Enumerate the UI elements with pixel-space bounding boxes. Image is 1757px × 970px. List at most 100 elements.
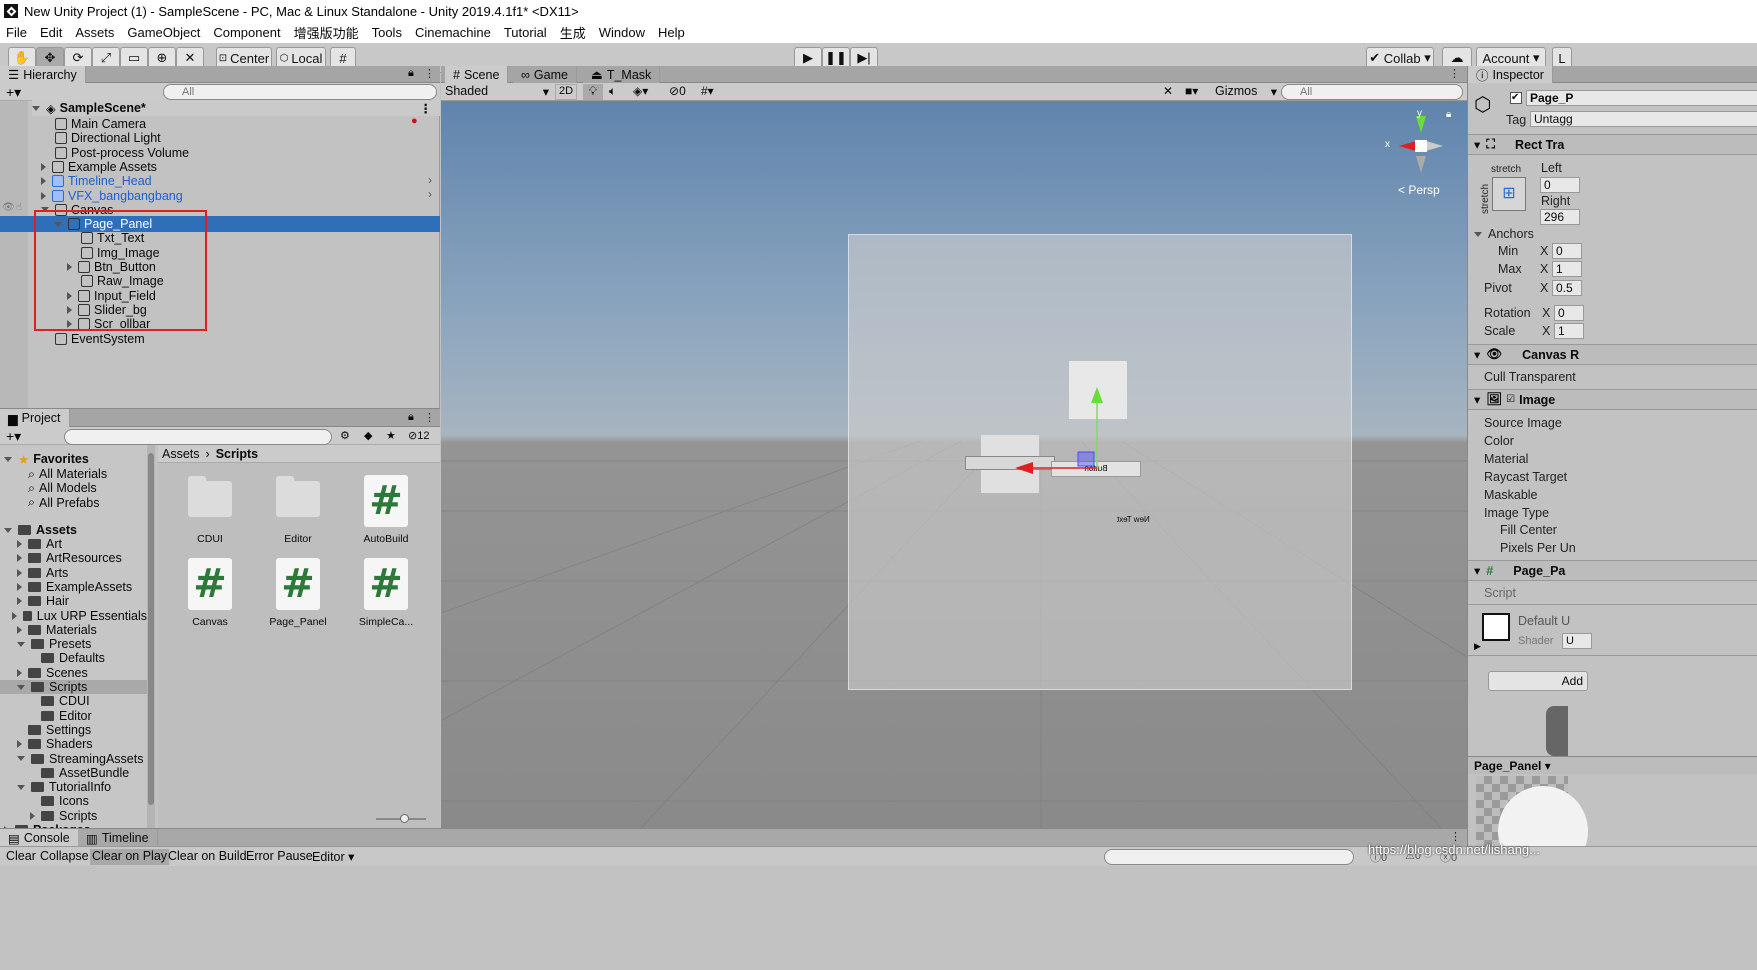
project-folder-item[interactable]: Scenes bbox=[0, 666, 147, 680]
move-gizmo[interactable] bbox=[441, 101, 1467, 828]
expand-icon[interactable] bbox=[41, 162, 46, 171]
console-button[interactable]: Clear bbox=[4, 849, 38, 865]
effects-toggle-icon[interactable]: ◈▾ bbox=[633, 84, 648, 98]
asset-item[interactable]: CDUI bbox=[170, 475, 250, 545]
asset-item[interactable]: # Page_Panel bbox=[258, 558, 338, 628]
project-folder-item[interactable]: Arts bbox=[0, 566, 147, 580]
menu-item[interactable]: File bbox=[6, 25, 27, 40]
menu-item[interactable]: 增强版功能 bbox=[294, 23, 359, 42]
project-folder-item[interactable]: Art bbox=[0, 537, 147, 551]
menu-item[interactable]: Tools bbox=[372, 25, 402, 40]
filter-type-icon[interactable]: ⚙ bbox=[340, 429, 350, 442]
expand-icon[interactable] bbox=[17, 582, 22, 591]
audio-toggle-icon[interactable]: 🔈︎ bbox=[609, 84, 616, 99]
chevron-right-icon[interactable]: › bbox=[428, 187, 432, 201]
icon-size-slider[interactable] bbox=[376, 814, 426, 823]
assets-header[interactable]: Assets bbox=[4, 523, 77, 537]
expand-icon[interactable] bbox=[30, 811, 35, 820]
visibility-eye-icon[interactable]: 👁︎ bbox=[2, 202, 15, 213]
menu-item[interactable]: Tutorial bbox=[504, 25, 547, 40]
tab-timeline[interactable]: ▥ Timeline bbox=[78, 829, 158, 847]
project-folder-item[interactable]: AssetBundle bbox=[0, 766, 147, 780]
expand-icon[interactable] bbox=[11, 611, 17, 620]
expand-icon[interactable] bbox=[17, 784, 25, 790]
expand-icon[interactable] bbox=[41, 191, 46, 200]
gizmo-lock-icon[interactable]: 🔒︎ bbox=[1446, 109, 1451, 120]
preview-header[interactable]: Page_Panel ▾ bbox=[1468, 756, 1757, 774]
shading-mode-dropdown[interactable]: Shaded ▾ bbox=[445, 84, 549, 100]
scene-root-row[interactable]: ◈ SampleScene* ⋮ bbox=[32, 100, 440, 116]
label-icon[interactable]: ◆ bbox=[364, 429, 372, 442]
lock-icon[interactable]: 🔒︎ bbox=[408, 411, 414, 424]
project-folder-item[interactable]: Hair bbox=[0, 594, 147, 608]
favorite-item[interactable]: ⌕ All Materials bbox=[28, 467, 107, 482]
anchor-max-x-field[interactable]: 1 bbox=[1552, 261, 1582, 277]
expand-icon[interactable] bbox=[17, 540, 22, 548]
menu-item[interactable]: Component bbox=[213, 25, 280, 40]
tab-console[interactable]: ▤ Console bbox=[0, 829, 79, 847]
tab-tmask[interactable]: ⏏ T_Mask bbox=[583, 66, 661, 83]
menu-item[interactable]: Help bbox=[658, 25, 685, 40]
console-button[interactable]: Clear on Play bbox=[90, 849, 170, 865]
camera-icon[interactable]: ■▾ bbox=[1185, 84, 1198, 98]
scrollbar[interactable] bbox=[147, 445, 155, 829]
gizmos-dropdown[interactable]: Gizmos ▾ bbox=[1215, 84, 1277, 99]
favorite-item[interactable]: ⌕ All Prefabs bbox=[28, 495, 99, 510]
add-component-button[interactable]: Add bbox=[1488, 671, 1588, 691]
project-folder-item[interactable]: Presets bbox=[0, 637, 147, 651]
expand-icon[interactable] bbox=[17, 597, 22, 606]
favorites-header[interactable]: ★ Favorites bbox=[4, 452, 89, 467]
scene-menu-icon[interactable]: ⋮ bbox=[420, 101, 433, 116]
menu-dots-icon[interactable]: ⋮ bbox=[1449, 67, 1460, 80]
hidden-packages-counter[interactable]: ⊘12 bbox=[408, 429, 429, 442]
active-checkbox[interactable]: ✔ bbox=[1510, 92, 1522, 104]
project-folder-item[interactable]: StreamingAssets bbox=[0, 752, 147, 766]
canvas-renderer-header[interactable]: ▾ 👁︎ Canvas R bbox=[1468, 344, 1757, 365]
scene-search-input[interactable]: All bbox=[1281, 84, 1463, 100]
menu-item[interactable]: Edit bbox=[40, 25, 62, 40]
project-folder-item[interactable]: Shaders bbox=[0, 737, 147, 751]
project-folder-item[interactable]: Defaults bbox=[0, 651, 147, 665]
menu-item[interactable]: GameObject bbox=[127, 25, 200, 40]
favorite-item[interactable]: ⌕ All Models bbox=[28, 481, 97, 496]
console-search-input[interactable] bbox=[1104, 849, 1354, 865]
rotation-x-field[interactable]: 0 bbox=[1554, 305, 1584, 321]
tools-icon[interactable]: ✕ bbox=[1163, 84, 1173, 98]
console-button[interactable]: Clear on Build bbox=[166, 849, 249, 865]
tab-hierarchy[interactable]: ☰ Hierarchy bbox=[0, 66, 86, 83]
hidden-objects-counter[interactable]: ⊘0 bbox=[669, 84, 686, 98]
left-field[interactable]: 0 bbox=[1540, 177, 1580, 193]
project-folder-item[interactable]: Editor bbox=[0, 709, 147, 723]
expand-icon[interactable] bbox=[17, 684, 25, 690]
console-button[interactable]: Collapse bbox=[38, 849, 91, 865]
breadcrumb-assets[interactable]: Assets bbox=[162, 447, 200, 461]
tab-scene[interactable]: # Scene bbox=[445, 66, 509, 83]
tab-project[interactable]: ▆ Project bbox=[0, 409, 70, 427]
orientation-gizmo[interactable] bbox=[1381, 111, 1461, 181]
project-folder-item[interactable]: ExampleAssets bbox=[0, 580, 147, 594]
asset-item[interactable]: # Canvas bbox=[170, 558, 250, 628]
chevron-right-icon[interactable]: › bbox=[428, 173, 432, 187]
shader-dropdown[interactable]: U bbox=[1562, 633, 1592, 649]
expand-icon[interactable] bbox=[17, 625, 22, 634]
expand-icon[interactable]: ▶ bbox=[1474, 641, 1481, 652]
tab-inspector[interactable]: ⓘ Inspector bbox=[1468, 66, 1553, 83]
menu-dots-icon[interactable]: ⋮ bbox=[424, 411, 435, 424]
project-folder-item[interactable]: ArtResources bbox=[0, 551, 147, 565]
add-icon[interactable]: +▾ bbox=[6, 84, 21, 101]
lighting-toggle-icon[interactable]: 💡︎ bbox=[583, 84, 603, 100]
menu-item[interactable]: 生成 bbox=[560, 23, 586, 42]
anchors-foldout[interactable]: Anchors bbox=[1474, 226, 1534, 242]
console-button[interactable]: Error Pause bbox=[244, 849, 315, 865]
breadcrumb-scripts[interactable]: Scripts bbox=[216, 447, 258, 461]
expand-icon[interactable] bbox=[17, 740, 22, 749]
tag-dropdown[interactable]: Untagg bbox=[1530, 111, 1757, 127]
tab-game[interactable]: ∞ Game bbox=[513, 66, 577, 83]
hierarchy-row[interactable]: EventSystem bbox=[0, 331, 440, 347]
project-folder-item[interactable]: Scripts bbox=[0, 809, 147, 823]
expand-icon[interactable] bbox=[17, 641, 25, 647]
right-field[interactable]: 296 bbox=[1540, 209, 1580, 225]
script-component-header[interactable]: ▾ # Page_Pa bbox=[1468, 560, 1757, 581]
project-folder-item[interactable]: Materials bbox=[0, 623, 147, 637]
pickable-hand-icon[interactable]: ☝︎ bbox=[16, 202, 22, 213]
